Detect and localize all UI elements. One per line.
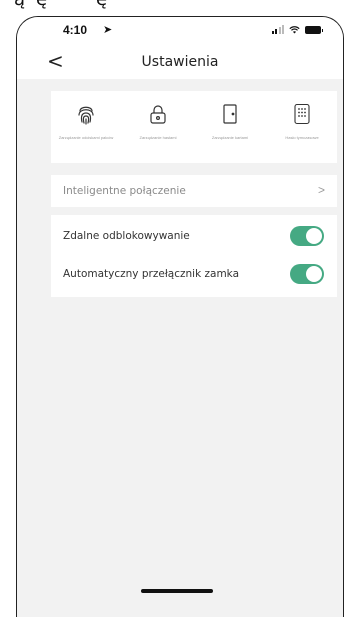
door-card-icon	[223, 104, 237, 124]
status-time: 4:10	[63, 23, 88, 37]
remote-unlock-row: Zdalne odblokowywanie	[51, 217, 337, 255]
smart-connection-label: Inteligentne połączenie	[63, 185, 186, 197]
page-title: Ustawienia	[141, 54, 219, 70]
remote-unlock-toggle[interactable]	[290, 226, 324, 246]
feature-label: Hasło tymczasowe	[285, 135, 319, 140]
cropped-top-text: ą ę ę	[0, 0, 354, 12]
nav-bar: < Ustawienia	[17, 45, 343, 79]
fingerprint-icon	[78, 106, 94, 125]
location-icon: ➤	[103, 24, 113, 36]
home-indicator	[141, 589, 213, 593]
auto-lock-label: Automatyczny przełącznik zamka	[63, 268, 240, 280]
feature-label: Zarządzanie kartami	[211, 135, 249, 140]
status-bar: 4:10 ➤	[17, 17, 343, 45]
chevron-right-icon: >	[317, 183, 325, 197]
smart-connection-row[interactable]: Inteligentne połączenie >	[51, 175, 337, 207]
auto-lock-row: Automatyczny przełącznik zamka	[51, 255, 337, 293]
battery-icon	[305, 26, 323, 34]
settings-toggles: Zdalne odblokowywanie Automatyczny przeł…	[51, 215, 337, 297]
feature-cards[interactable]: Zarządzanie kartami	[194, 103, 266, 140]
feature-fingerprint[interactable]: Zarządzanie odciskami palców	[50, 103, 122, 140]
feature-label: Zarządzanie odciskami palców	[58, 135, 114, 140]
wifi-icon	[289, 26, 300, 34]
remote-unlock-label: Zdalne odblokowywanie	[63, 230, 190, 242]
feature-temporary-password[interactable]: Hasło tymczasowe	[266, 103, 338, 140]
keypad-icon	[294, 103, 310, 125]
feature-label: Zarządzanie hasłami	[139, 135, 177, 140]
feature-passwords[interactable]: Zarządzanie hasłami	[122, 103, 194, 140]
signal-icon	[271, 25, 284, 34]
phone-frame: 4:10 ➤ < Ustawienia Zarządzanie odciskam…	[16, 16, 344, 617]
feature-grid: Zarządzanie odciskami palców Zarządzanie…	[51, 91, 337, 163]
auto-lock-toggle[interactable]	[290, 264, 324, 284]
lock-icon	[150, 105, 166, 124]
